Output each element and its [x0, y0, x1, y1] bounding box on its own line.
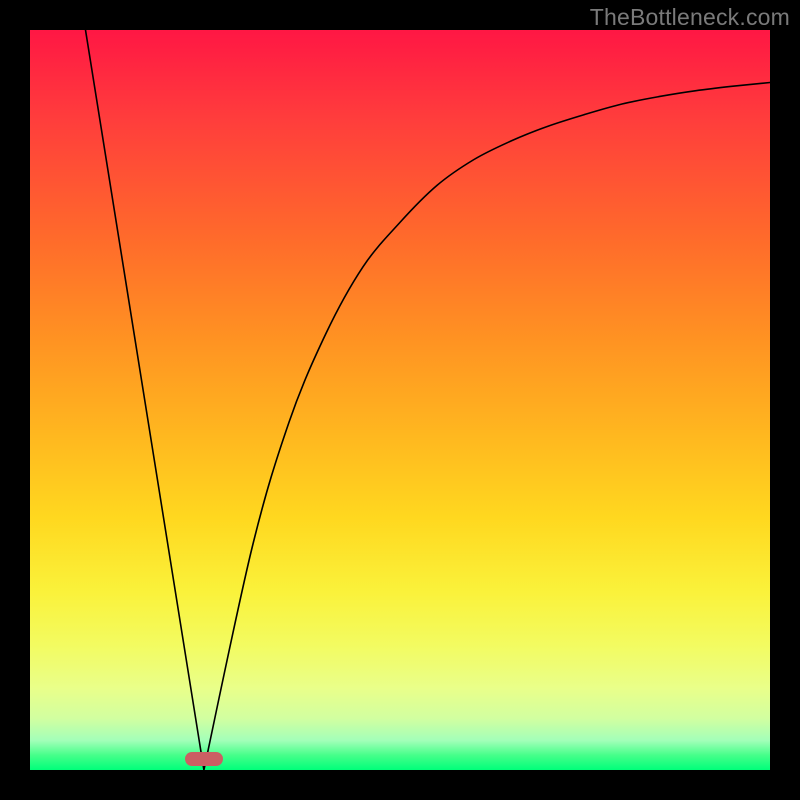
bottleneck-curve	[30, 30, 770, 770]
optimal-marker	[185, 752, 223, 766]
plot-area	[30, 30, 770, 770]
curve-path	[86, 30, 771, 770]
watermark-text: TheBottleneck.com	[590, 4, 790, 31]
chart-frame: TheBottleneck.com	[0, 0, 800, 800]
